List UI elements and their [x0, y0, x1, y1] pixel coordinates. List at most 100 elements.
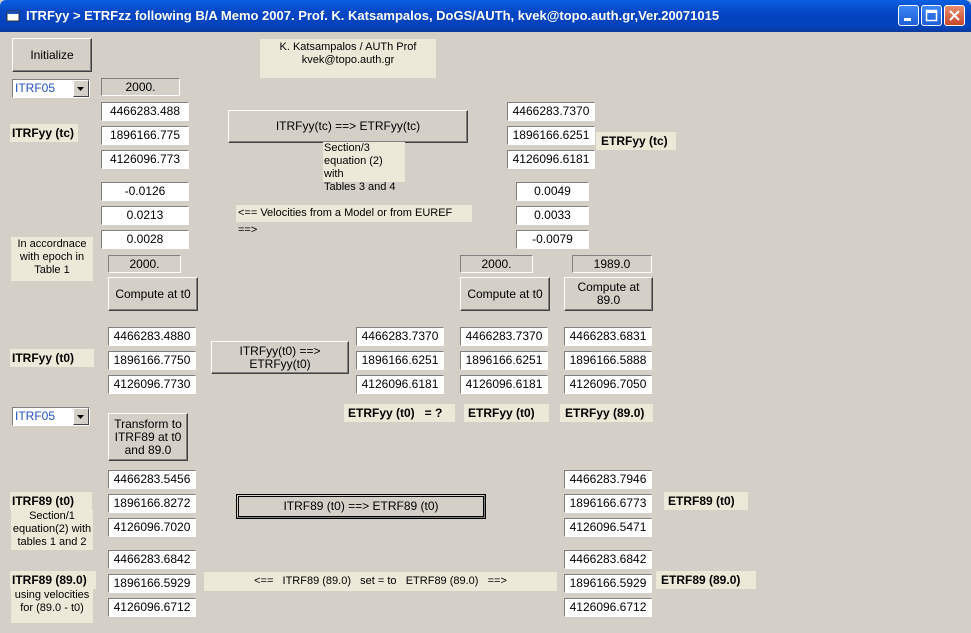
velocity-left-x[interactable]: -0.0126 — [101, 182, 189, 201]
transform-tc-button[interactable]: ITRFyy(tc) ==> ETRFyy(tc) — [228, 110, 468, 143]
using-velocities-line2: for (89.0 - t0) — [20, 602, 84, 614]
etrf89-89-x[interactable]: 4466283.6842 — [564, 550, 652, 569]
app-icon — [6, 10, 20, 22]
etrf-89-col-y[interactable]: 1896166.5888 — [564, 351, 652, 370]
velocity-right-x[interactable]: 0.0049 — [516, 182, 589, 201]
transform89-line2: ITRF89 at t0 — [114, 429, 182, 444]
compute-t0-button[interactable]: Compute at t0 — [108, 277, 198, 311]
epoch-89-field: 1989.0 — [572, 255, 652, 273]
client-area: Initialize K. Katsampalos / AUTh Prof kv… — [4, 32, 967, 629]
minimize-icon — [904, 18, 911, 21]
chevron-down-icon — [77, 415, 84, 419]
itrf89-89-label: ITRF89 (89.0) — [10, 571, 96, 589]
itrf-t0-y[interactable]: 1896166.7750 — [108, 351, 196, 370]
compute-89-button[interactable]: Compute at 89.0 — [564, 277, 653, 311]
itrf-t0-label: ITRFyy (t0) — [10, 349, 94, 367]
window-title: ITRFyy > ETRFzz following B/A Memo 2007.… — [26, 8, 720, 23]
dropdown-button[interactable] — [73, 80, 89, 97]
etrf89-89-y[interactable]: 1896166.5929 — [564, 574, 652, 593]
transform89-line1: Transform to — [114, 416, 182, 431]
etrf89-t0-z[interactable]: 4126096.5471 — [564, 518, 652, 537]
maximize-button[interactable] — [921, 5, 942, 26]
itrf-select-bottom[interactable]: ITRF05 — [12, 407, 90, 426]
itrf89-t0-y[interactable]: 1896166.8272 — [108, 494, 196, 513]
itrf-t0-z[interactable]: 4126096.7730 — [108, 375, 196, 394]
etrf-tc-label: ETRFyy (tc) — [596, 132, 676, 150]
etrf-t0-mid-y[interactable]: 1896166.6251 — [356, 351, 444, 370]
minimize-button[interactable] — [898, 5, 919, 26]
section1-line1: Section/1 — [29, 510, 75, 522]
etrf-t0-mid-z[interactable]: 4126096.6181 — [356, 375, 444, 394]
epoch-t0-left-field: 2000. — [108, 255, 181, 273]
transform89-line3: and 89.0 — [124, 442, 172, 457]
accordance-line3: Table 1 — [34, 264, 70, 276]
etrf-t0-mid-label: ETRFyy (t0) = ? — [344, 404, 455, 422]
itrf-t0-x[interactable]: 4466283.4880 — [108, 327, 196, 346]
etrf-tc-x[interactable]: 4466283.7370 — [507, 102, 595, 121]
section3-label: Section/3 equation (2) with Tables 3 and… — [323, 142, 405, 193]
itrf89-t0-z[interactable]: 4126096.7020 — [108, 518, 196, 537]
etrf89-t0-x[interactable]: 4466283.7946 — [564, 470, 652, 489]
section1-line3: tables 1 and 2 — [17, 536, 87, 548]
dropdown-button[interactable] — [73, 408, 89, 425]
set-to-label: <== ITRF89 (89.0) set = to ETRF89 (89.0)… — [204, 572, 557, 591]
using-velocities-line1: using velocities — [14, 589, 90, 601]
author-label: K. Katsampalos / AUTh Prof kvek@topo.aut… — [260, 39, 436, 78]
etrf-89-col-x[interactable]: 4466283.6831 — [564, 327, 652, 346]
itrf89-89-y[interactable]: 1896166.5929 — [108, 574, 196, 593]
close-button[interactable] — [944, 5, 965, 26]
itrf-select-bottom-value: ITRF05 — [15, 409, 56, 423]
velocity-left-z[interactable]: 0.0028 — [101, 230, 189, 249]
velocity-left-y[interactable]: 0.0213 — [101, 206, 189, 225]
velocities-label: <== Velocities from a Model or from EURE… — [236, 205, 472, 236]
section3-line2: equation (2) with — [324, 155, 383, 180]
etrf89-t0-y[interactable]: 1896166.6773 — [564, 494, 652, 513]
using-velocities-label: using velocities for (89.0 - t0) — [11, 589, 93, 623]
transform-t0-button[interactable]: ITRFyy(t0) ==> ETRFyy(t0) — [211, 341, 349, 374]
etrf-89-col-label: ETRFyy (89.0) — [560, 404, 653, 422]
initialize-button[interactable]: Initialize — [12, 38, 92, 72]
compute-t0-right-button[interactable]: Compute at t0 — [460, 277, 550, 311]
itrf-tc-label: ITRFyy (tc) — [10, 124, 78, 142]
itrf89-89-x[interactable]: 4466283.6842 — [108, 550, 196, 569]
etrf-89-col-z[interactable]: 4126096.7050 — [564, 375, 652, 394]
itrf-select-top[interactable]: ITRF05 — [12, 79, 90, 98]
section3-line3: Tables 3 and 4 — [324, 181, 396, 193]
velocity-right-z[interactable]: -0.0079 — [516, 230, 589, 249]
author-name: K. Katsampalos / AUTh Prof — [279, 41, 417, 53]
etrf-t0-z[interactable]: 4126096.6181 — [460, 375, 548, 394]
etrf-tc-z[interactable]: 4126096.6181 — [507, 150, 595, 169]
accordance-line2: with epoch in — [19, 251, 85, 263]
itrf89-t0-x[interactable]: 4466283.5456 — [108, 470, 196, 489]
accordance-label: In accordnace with epoch in Table 1 — [11, 237, 93, 281]
section3-line1: Section/3 — [324, 142, 370, 154]
itrf-select-top-value: ITRF05 — [15, 81, 56, 95]
etrf89-t0-label: ETRF89 (t0) — [664, 492, 748, 510]
itrf89-t0-label: ITRF89 (t0) — [10, 492, 92, 510]
epoch-tc-field: 2000. — [101, 78, 180, 96]
velocity-right-y[interactable]: 0.0033 — [516, 206, 589, 225]
section1-line2: equation(2) with — [12, 523, 92, 535]
itrf89-to-etrf89-button[interactable]: ITRF89 (t0) ==> ETRF89 (t0) — [236, 494, 486, 519]
etrf89-89-label: ETRF89 (89.0) — [656, 571, 756, 589]
main-window: ITRFyy > ETRFzz following B/A Memo 2007.… — [0, 0, 971, 633]
etrf-t0-mid-x[interactable]: 4466283.7370 — [356, 327, 444, 346]
etrf-t0-y[interactable]: 1896166.6251 — [460, 351, 548, 370]
itrf-tc-x[interactable]: 4466283.488 — [101, 102, 189, 121]
etrf89-89-z[interactable]: 4126096.6712 — [564, 598, 652, 617]
itrf-tc-z[interactable]: 4126096.773 — [101, 150, 189, 169]
itrf89-89-z[interactable]: 4126096.6712 — [108, 598, 196, 617]
etrf-t0-right-label: ETRFyy (t0) — [464, 404, 549, 422]
title-bar[interactable]: ITRFyy > ETRFzz following B/A Memo 2007.… — [0, 0, 971, 32]
transform-itrf89-button[interactable]: Transform to ITRF89 at t0 and 89.0 — [108, 413, 188, 461]
maximize-icon — [925, 9, 938, 22]
section1-label: Section/1 equation(2) with tables 1 and … — [11, 510, 93, 550]
itrf-tc-y[interactable]: 1896166.775 — [101, 126, 189, 145]
author-email: kvek@topo.auth.gr — [301, 54, 395, 66]
epoch-t0-right-field: 2000. — [460, 255, 533, 273]
etrf-t0-x[interactable]: 4466283.7370 — [460, 327, 548, 346]
etrf-tc-y[interactable]: 1896166.6251 — [507, 126, 595, 145]
chevron-down-icon — [77, 87, 84, 91]
close-icon — [949, 10, 960, 21]
accordance-line1: In accordnace — [17, 238, 87, 250]
